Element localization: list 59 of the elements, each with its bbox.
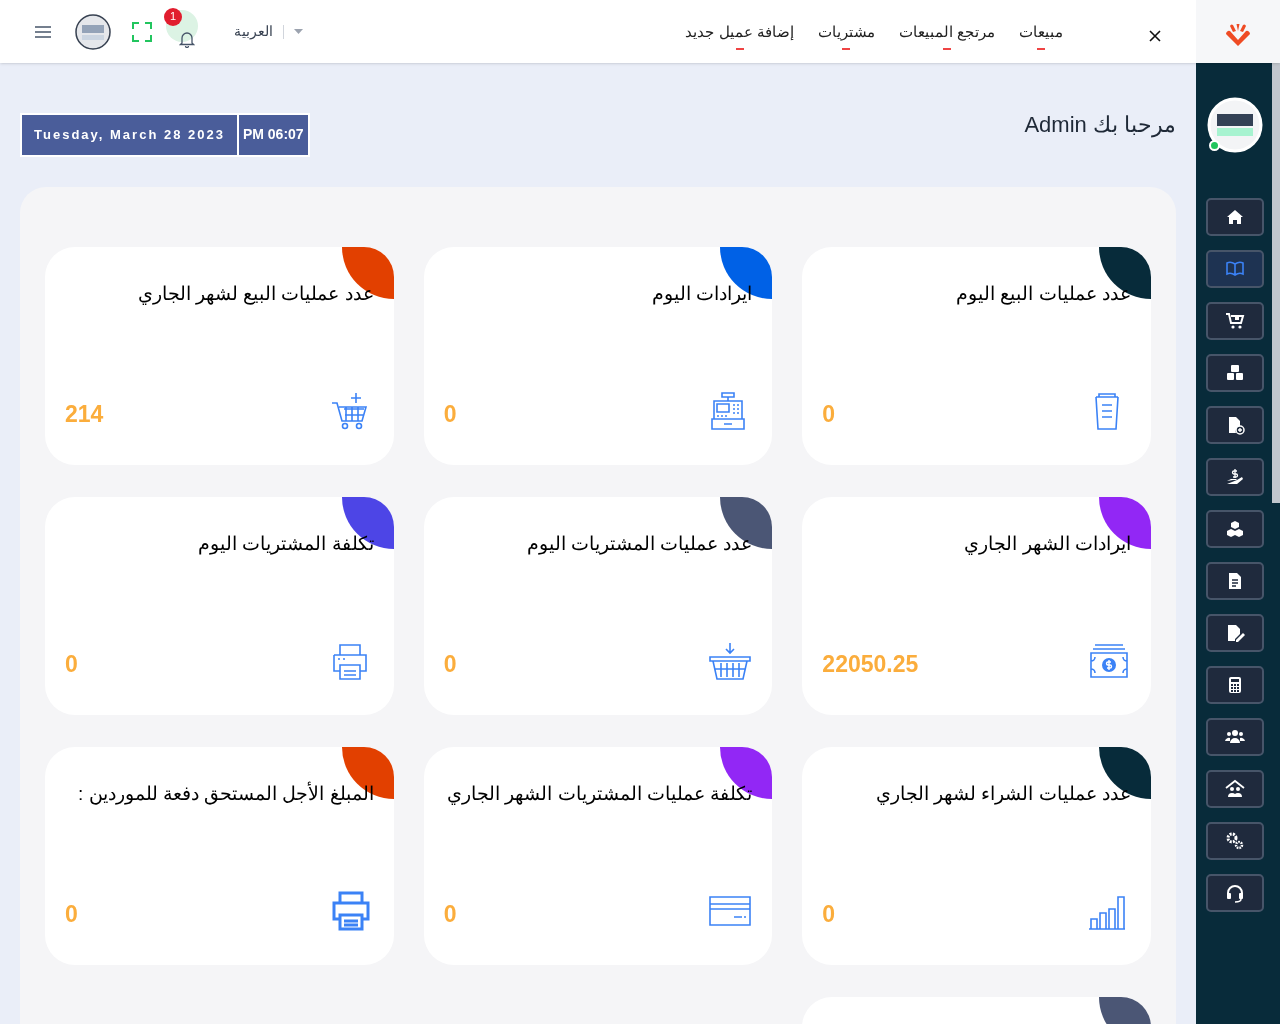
home-icon (1225, 207, 1245, 227)
card-value: 0 (443, 649, 457, 679)
sidebar-button[interactable] (1206, 718, 1264, 756)
basket-icon (708, 641, 753, 681)
nav-link[interactable]: مرتجع المبيعات (898, 21, 995, 50)
card-title: ايرادات الشهر الجاري (963, 532, 1131, 557)
notification-badge: 1 (164, 7, 182, 26)
card-title: ايرادات اليوم (651, 282, 753, 307)
boxes-icon (1225, 363, 1245, 383)
card-value: 0 (443, 899, 457, 929)
nav-link[interactable]: مشتريات (817, 21, 875, 50)
card-title: تكلفة المشتريات اليوم (197, 532, 374, 557)
money-hand-icon (1225, 467, 1245, 487)
nav-link[interactable]: إضافة عميل جديد (685, 21, 794, 50)
sidebar-button[interactable] (1206, 302, 1264, 340)
headset-icon (1225, 883, 1245, 903)
logo (1224, 22, 1252, 47)
sidebar-button[interactable] (1206, 562, 1264, 600)
user-avatar[interactable] (75, 13, 111, 50)
profile-avatar[interactable] (1207, 97, 1263, 153)
family-home-icon (1225, 779, 1245, 799)
caret-icon (294, 29, 303, 34)
welcome-text: مرحبا بك Admin (1024, 111, 1176, 140)
sidebar-button[interactable] (1206, 406, 1264, 444)
sidebar-button[interactable] (1206, 354, 1264, 392)
book-icon (1225, 259, 1245, 279)
sidebar-button[interactable] (1206, 874, 1264, 912)
card-value: 0 (65, 649, 78, 679)
sidebar-button[interactable] (1206, 198, 1264, 236)
sidebar-button[interactable] (1206, 770, 1264, 808)
date-label: Tuesday, March 28 2023 (22, 114, 239, 155)
sidebar-button[interactable] (1206, 614, 1264, 652)
bell-icon[interactable] (179, 29, 195, 48)
sidebar-button[interactable] (1206, 510, 1264, 548)
cubes-icon (1225, 519, 1245, 539)
card-title: تكلفة عمليات المشتريات الشهر الجاري (446, 782, 753, 807)
card-title: المبلغ الأجل المستحق دفعة للموردين : (77, 780, 374, 807)
time-label: PM 06:07 (238, 114, 308, 155)
card-value: 0 (443, 399, 457, 429)
menu-icon[interactable] (35, 25, 51, 38)
sidebar-button[interactable] (1206, 458, 1264, 496)
close-icon[interactable] (1149, 29, 1161, 42)
card-title: عدد عمليات البيع اليوم (955, 282, 1131, 307)
banknote-icon (1087, 641, 1131, 681)
card-value: 214 (65, 399, 104, 429)
card-title: عدد عمليات البيع لشهر الجاري (136, 282, 374, 307)
scrollbar-thumb[interactable] (1272, 63, 1280, 503)
sidebar-button[interactable] (1206, 666, 1264, 704)
language-dropdown[interactable]: العربية (234, 21, 303, 42)
card-value: 0 (822, 399, 836, 429)
sidebar-button[interactable] (1206, 822, 1264, 860)
cart-icon (1225, 311, 1245, 331)
card-value: 0 (65, 899, 78, 929)
file-edit-icon (1225, 623, 1245, 643)
card-title: عدد عمليات المشتريات اليوم (525, 532, 753, 557)
card-value: 22050.25 (822, 649, 919, 679)
nav-link[interactable]: مبيعات (1019, 21, 1063, 50)
card-title: عدد عمليات الشراء لشهر الجاري (874, 782, 1131, 807)
card-value: 0 (822, 899, 836, 929)
